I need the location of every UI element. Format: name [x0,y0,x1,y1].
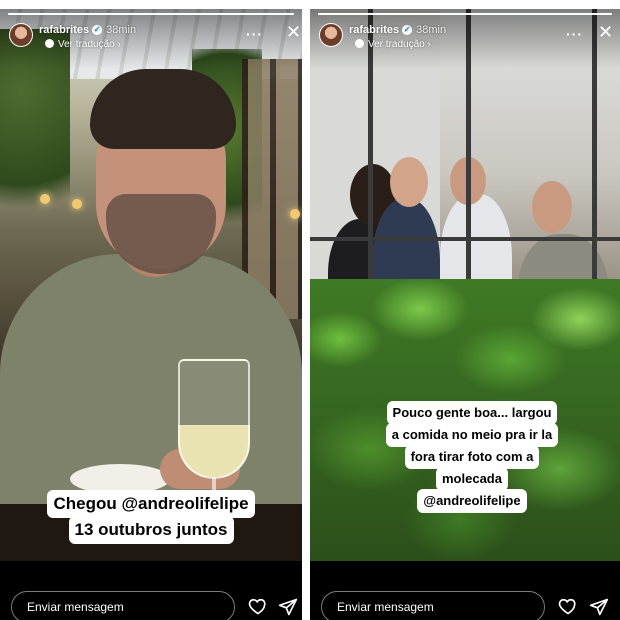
avatar[interactable] [9,23,33,47]
caption-line: fora tirar foto com a [404,445,540,469]
username-row[interactable]: rafabrites ✓ 38min [39,24,136,36]
caption-line: a comida no meio pra ir la [385,423,559,447]
progress-fill [8,13,294,15]
send-icon[interactable] [589,597,609,617]
person-head [532,181,572,233]
person-head [390,157,428,207]
caption-line: molecada [436,467,508,491]
window-bar [310,237,620,241]
story-progress-bar [8,13,294,15]
story-caption: Pouco gente boa... largou a comida no me… [354,401,590,513]
more-dots-icon[interactable]: ··· [566,26,583,42]
message-input[interactable]: Enviar mensagem [11,591,235,620]
caption-line: Pouco gente boa... largou [386,401,558,425]
translate-link[interactable]: Ver tradução › [45,39,121,50]
send-icon[interactable] [278,597,298,617]
username-row[interactable]: rafabrites ✓ 38min [349,24,446,36]
story-caption: Chegou @andreolifelipe 13 outubros junto… [6,490,296,544]
story-header: rafabrites ✓ 38min Ver tradução › ··· ✕ [0,9,302,69]
avatar[interactable] [319,23,343,47]
story-footer: Enviar mensagem [310,569,620,620]
story-progress-bar [318,13,612,15]
progress-fill [318,13,612,15]
story-photo[interactable] [0,9,302,561]
story-panel-left: rafabrites ✓ 38min Ver tradução › ··· ✕ Ch… [0,9,302,620]
globe-icon [355,39,364,48]
username[interactable]: rafabrites [349,24,399,36]
heart-icon[interactable] [558,596,578,616]
lamp [40,194,50,204]
verified-badge-icon: ✓ [92,25,103,36]
translate-label: Ver tradução [368,39,425,50]
timestamp: 38min [106,24,137,36]
close-icon[interactable]: ✕ [598,23,613,41]
lamp [72,199,82,209]
verified-badge-icon: ✓ [402,25,413,36]
timestamp: 38min [416,24,447,36]
more-dots-icon[interactable]: ··· [246,26,263,42]
caption-line: @andreolifelipe [417,489,527,513]
translate-link[interactable]: Ver tradução › [355,39,431,50]
story-header: rafabrites ✓ 38min Ver tradução › ··· ✕ [310,9,620,69]
username[interactable]: rafabrites [39,24,89,36]
lamp [290,209,300,219]
story-footer: Enviar mensagem [0,569,302,620]
wine-glass [178,359,250,479]
message-input[interactable]: Enviar mensagem [321,591,545,620]
heart-icon[interactable] [248,596,268,616]
translate-label: Ver tradução [58,39,115,50]
globe-icon [45,39,54,48]
caption-line: Chegou @andreolifelipe [47,490,255,518]
close-icon[interactable]: ✕ [286,23,301,41]
person-hair [90,69,236,149]
story-panel-right: rafabrites ✓ 38min Ver tradução › ··· ✕ Po… [310,9,620,620]
caption-line: 13 outubros juntos [68,516,234,544]
